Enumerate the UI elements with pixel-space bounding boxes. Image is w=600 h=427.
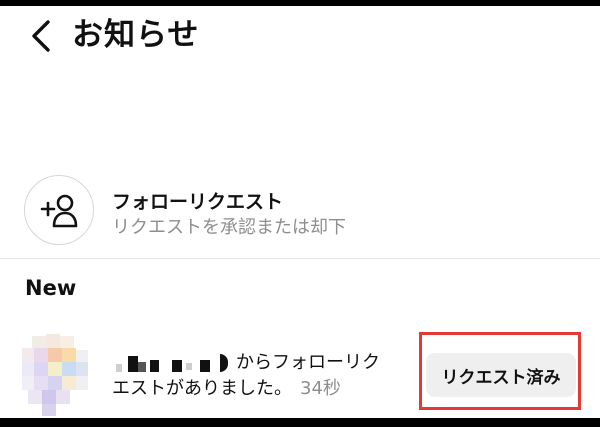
follow-request-avatar [24,175,94,245]
notification-line2: エストがありました。 [112,378,292,399]
avatar[interactable] [22,334,98,418]
add-person-icon [40,194,78,228]
requested-button[interactable]: リクエスト済み [426,353,576,397]
follow-requests-row[interactable]: フォローリクエスト リクエストを承認または却下 [0,171,600,261]
notification-item[interactable]: からフォローリク エストがありました。 34秒 リクエスト済み [0,324,600,418]
chevron-left-icon [32,20,50,52]
page-title: お知らせ [72,17,200,53]
section-heading-new: New [25,276,77,300]
notification-timestamp: 34秒 [300,378,341,399]
back-button[interactable] [26,16,60,56]
divider [0,258,600,259]
follow-request-title: フォローリクエスト [112,191,284,213]
notification-line1: からフォローリク [236,352,380,373]
header: お知らせ [0,6,600,66]
follow-request-subtitle: リクエストを承認または却下 [112,217,346,238]
notifications-screen: お知らせ フォローリクエスト リクエストを承認または却下 New からフォローリ… [0,6,600,418]
redacted-username [116,364,122,372]
